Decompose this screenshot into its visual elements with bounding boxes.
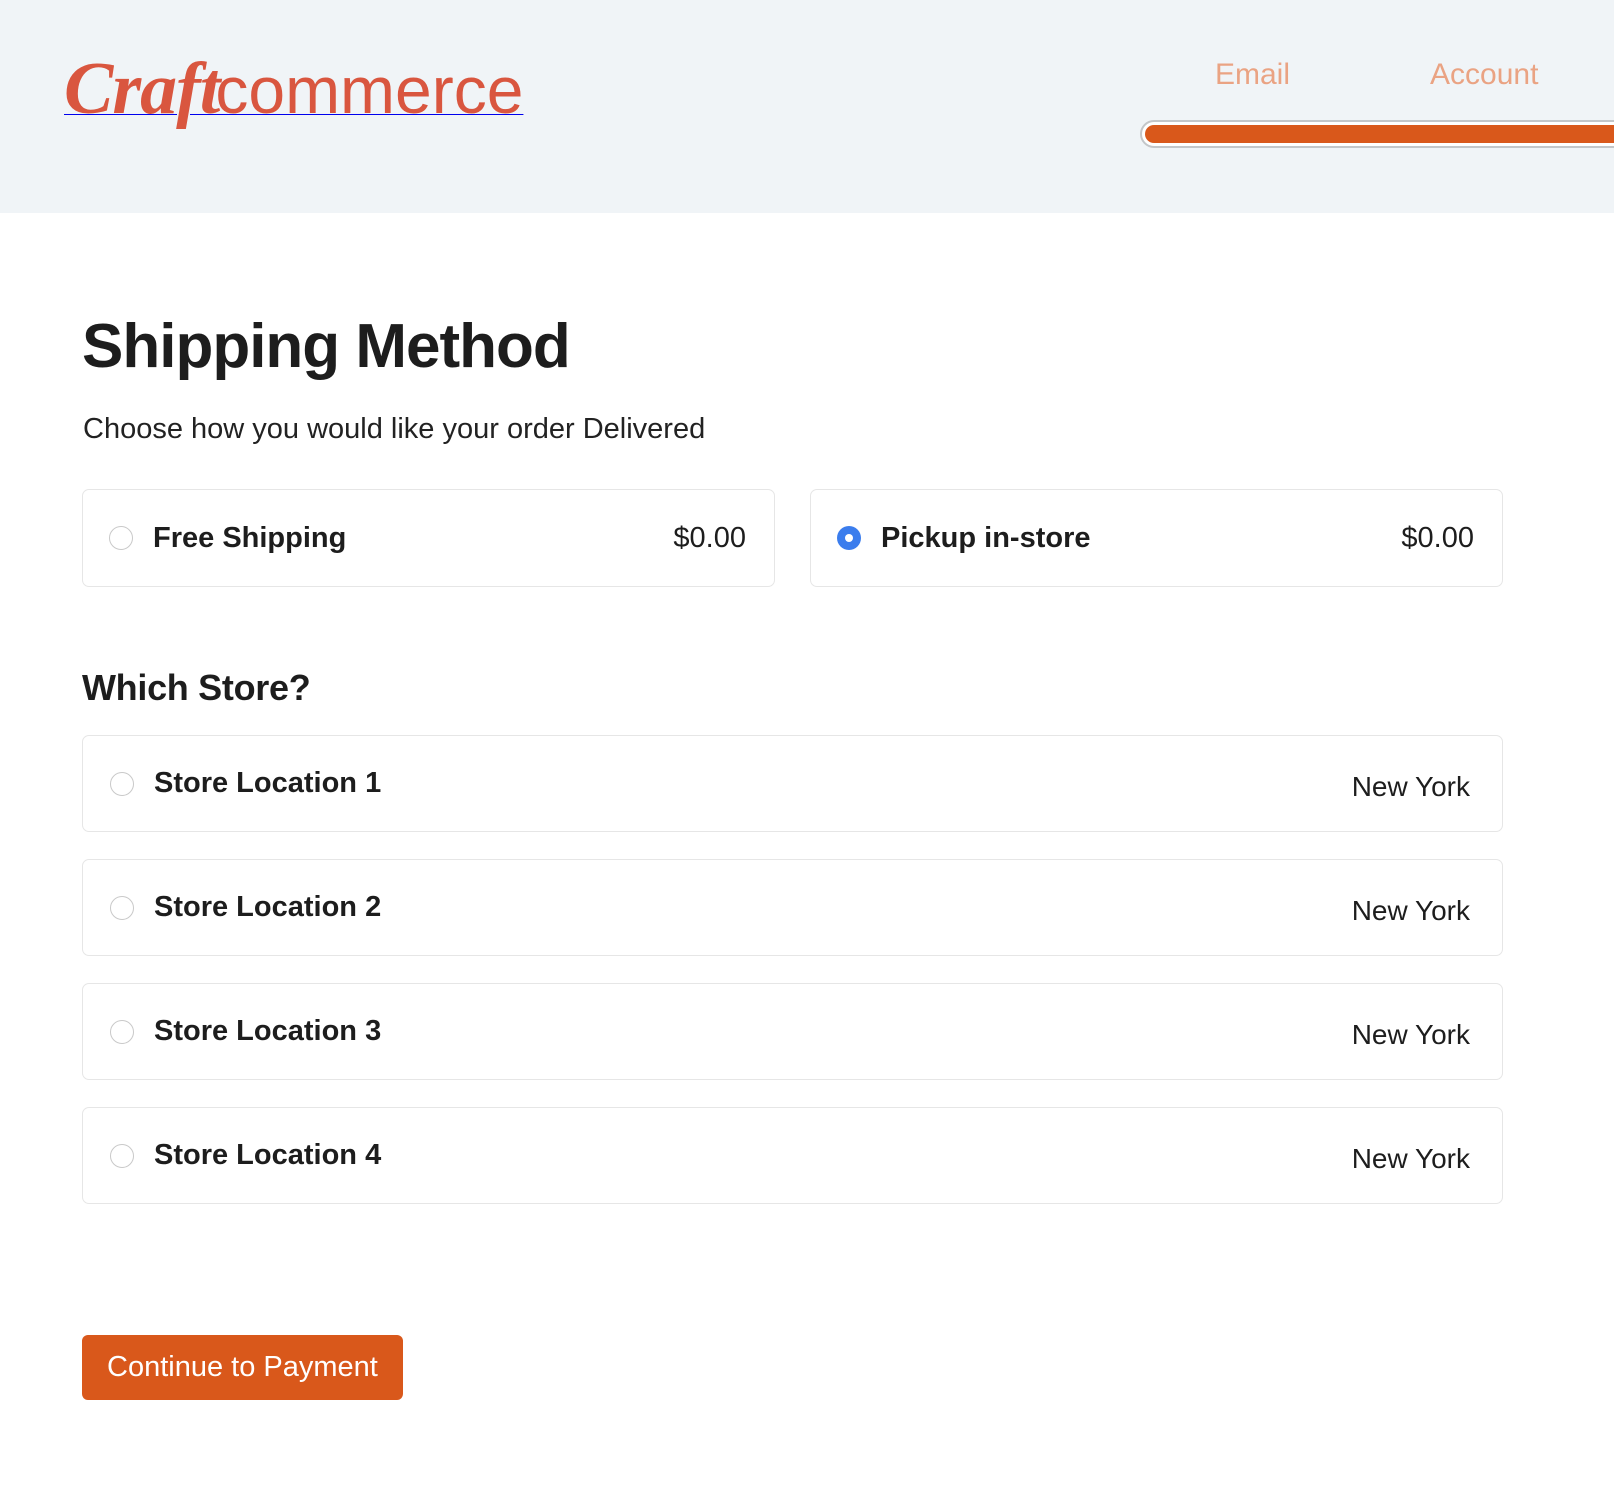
checkout-step-nav: Email Account bbox=[1140, 58, 1614, 92]
nav-item-email[interactable]: Email bbox=[1215, 58, 1290, 92]
site-header: Craftcommerce Email Account bbox=[0, 0, 1614, 213]
store-option-label: Store Location 3 bbox=[154, 1015, 382, 1047]
shipping-option-pickup-in-store[interactable]: Pickup in-store $0.00 bbox=[810, 489, 1503, 587]
store-option-region: New York bbox=[1351, 894, 1470, 926]
page-title: Shipping Method bbox=[82, 312, 571, 381]
radio-icon[interactable] bbox=[110, 1019, 134, 1044]
radio-selected-icon[interactable] bbox=[837, 526, 861, 550]
radio-icon[interactable] bbox=[110, 1143, 134, 1168]
checkout-progress-bar bbox=[1140, 120, 1614, 148]
shipping-option-label: Free Shipping bbox=[153, 521, 347, 554]
brand-logo-craft: Craft bbox=[64, 48, 220, 130]
shipping-option-price: $0.00 bbox=[1401, 521, 1474, 554]
store-option-4[interactable]: Store Location 4 New York bbox=[82, 1107, 1503, 1204]
store-option-label: Store Location 1 bbox=[154, 767, 382, 799]
page-subtitle: Choose how you would like your order Del… bbox=[83, 413, 706, 445]
store-option-region: New York bbox=[1351, 1142, 1470, 1174]
store-options-list: Store Location 1 New York Store Location… bbox=[82, 735, 1503, 1204]
radio-icon[interactable] bbox=[110, 895, 134, 920]
brand-logo[interactable]: Craftcommerce bbox=[64, 52, 523, 126]
shipping-option-label: Pickup in-store bbox=[881, 521, 1091, 554]
store-option-region: New York bbox=[1351, 1018, 1470, 1050]
shipping-method-options: Free Shipping $0.00 Pickup in-store $0.0… bbox=[82, 489, 1503, 587]
radio-icon[interactable] bbox=[110, 771, 134, 796]
store-option-label: Store Location 2 bbox=[154, 891, 382, 923]
nav-item-account[interactable]: Account bbox=[1430, 58, 1538, 92]
store-section-heading: Which Store? bbox=[82, 667, 311, 708]
shipping-option-free-shipping[interactable]: Free Shipping $0.00 bbox=[82, 489, 775, 587]
store-option-2[interactable]: Store Location 2 New York bbox=[82, 859, 1503, 956]
continue-to-payment-button[interactable]: Continue to Payment bbox=[82, 1335, 403, 1400]
brand-logo-commerce: commerce bbox=[215, 53, 524, 127]
checkout-progress-fill bbox=[1145, 125, 1614, 143]
store-option-region: New York bbox=[1351, 770, 1470, 802]
store-option-label: Store Location 4 bbox=[154, 1139, 382, 1171]
radio-icon[interactable] bbox=[109, 526, 133, 550]
store-option-3[interactable]: Store Location 3 New York bbox=[82, 983, 1503, 1080]
shipping-option-price: $0.00 bbox=[673, 521, 746, 554]
store-option-1[interactable]: Store Location 1 New York bbox=[82, 735, 1503, 832]
